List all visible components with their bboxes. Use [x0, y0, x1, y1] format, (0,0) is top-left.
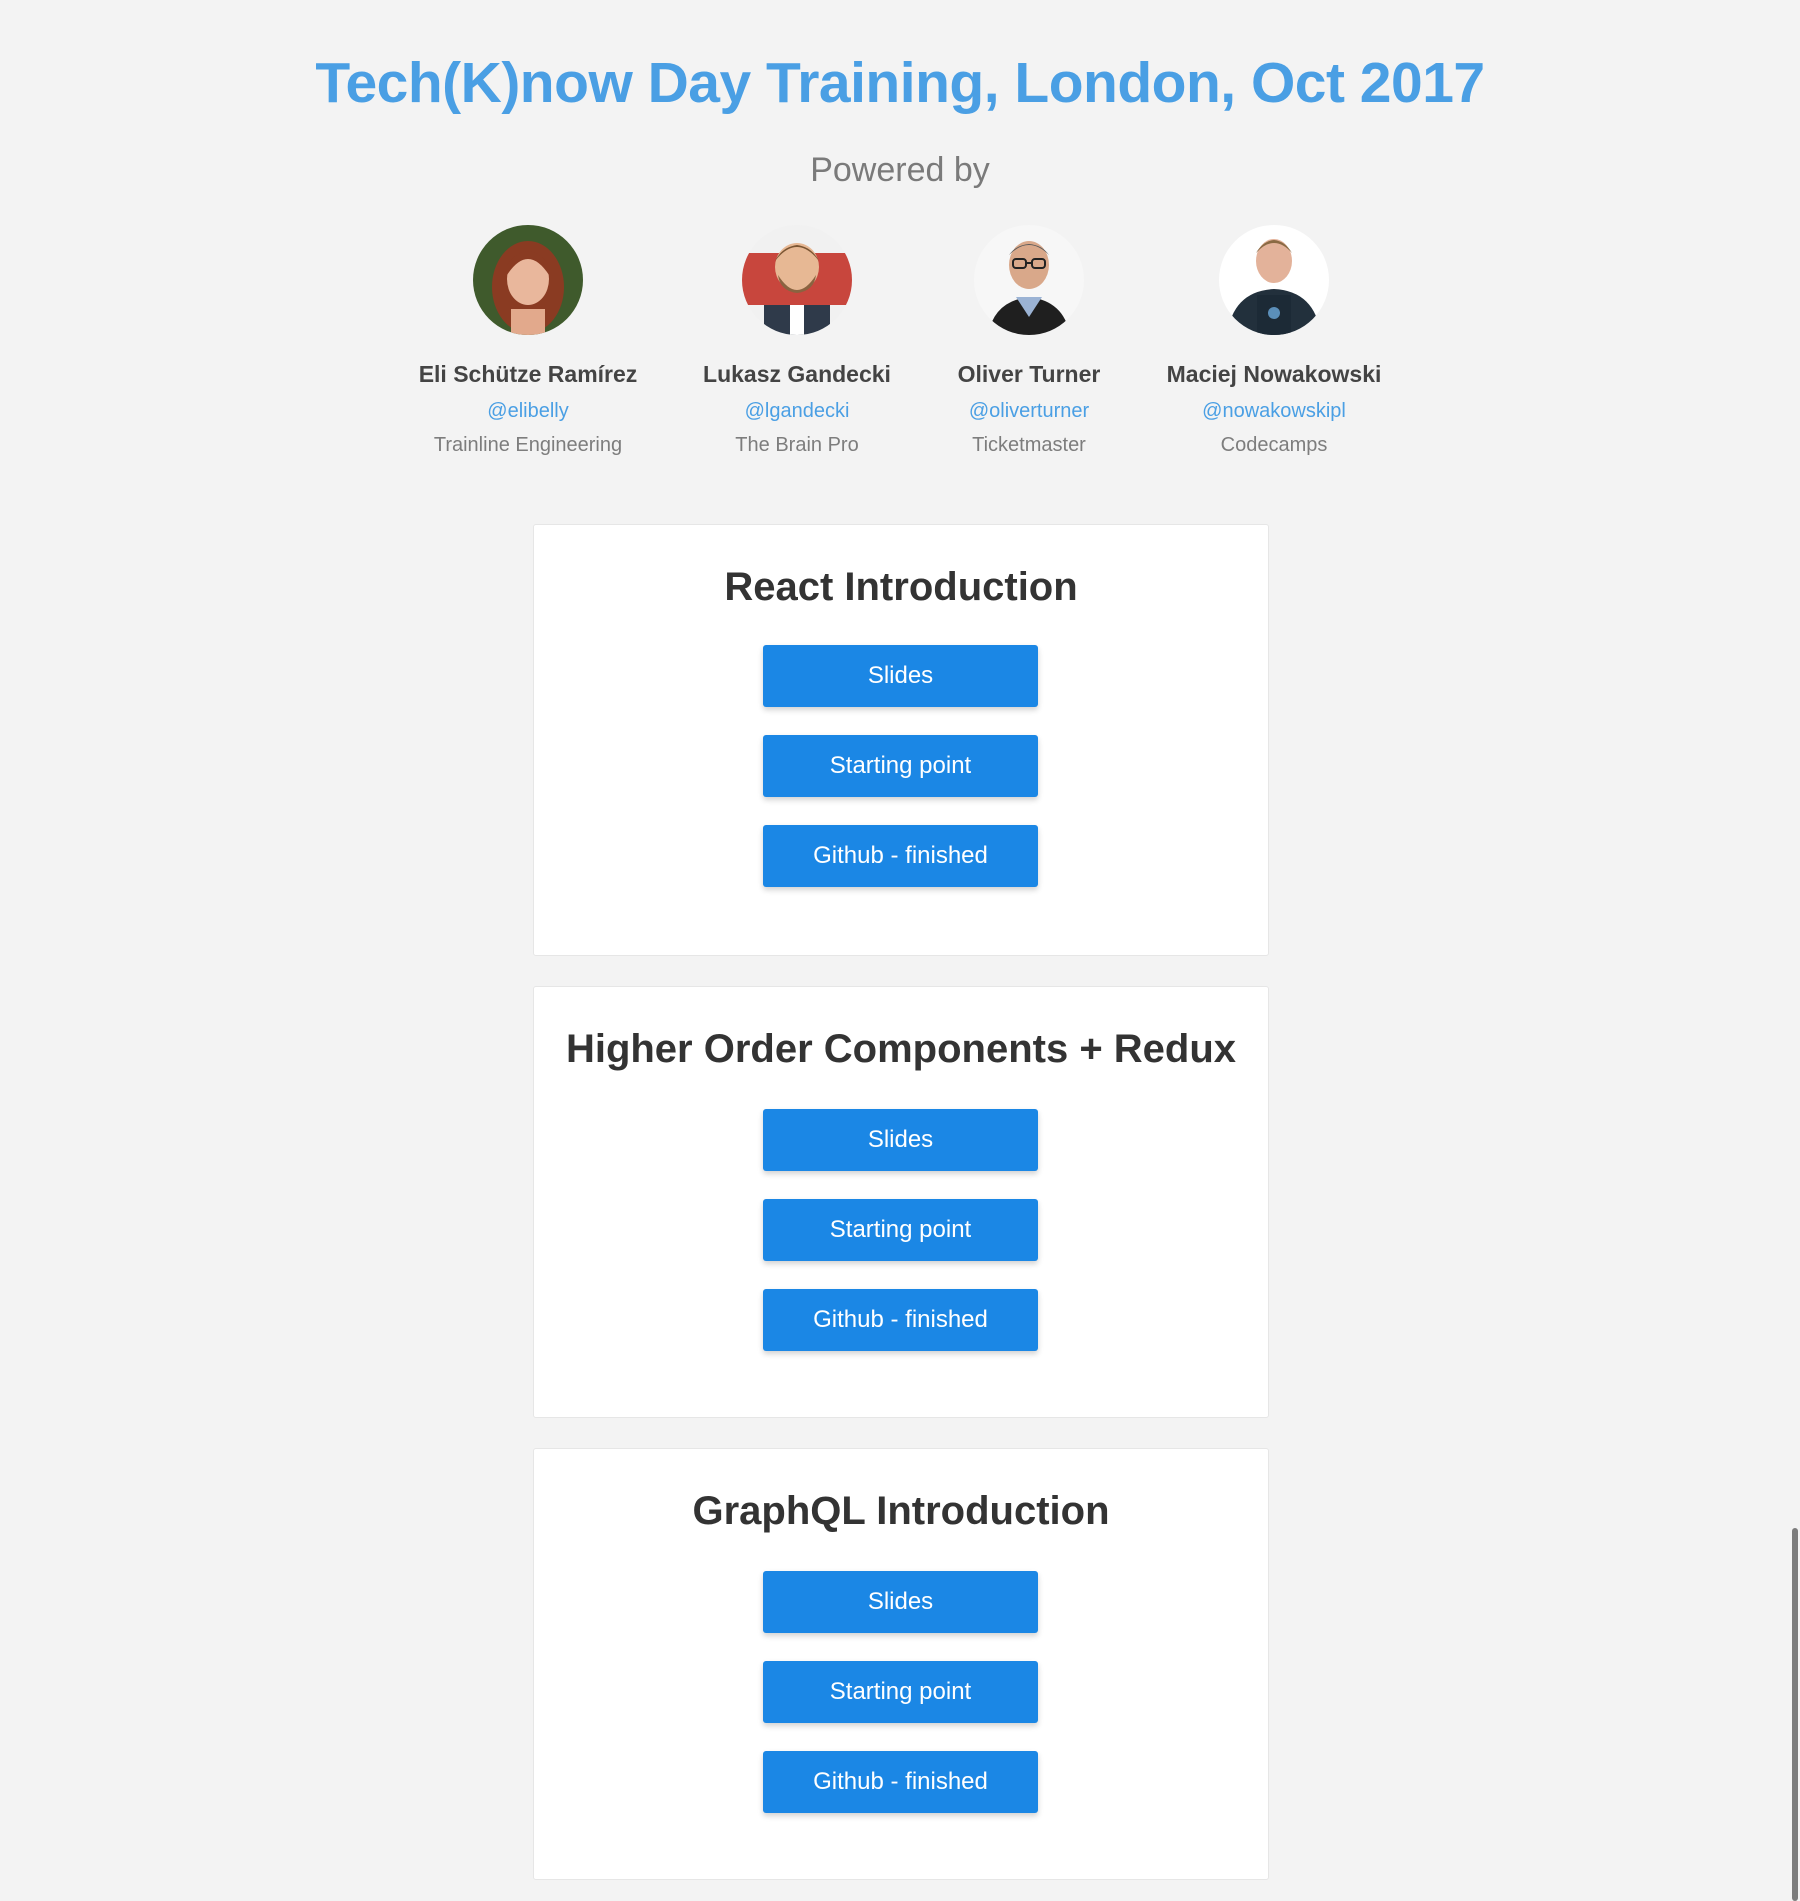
- github-finished-button[interactable]: Github - finished: [763, 1289, 1038, 1351]
- speakers-list: Eli Schütze Ramírez @elibelly Trainline …: [0, 225, 1800, 465]
- page: Tech(K)now Day Training, London, Oct 201…: [0, 0, 1800, 1901]
- speaker-org: The Brain Pro: [735, 434, 859, 456]
- speaker-eli: Eli Schütze Ramírez @elibelly Trainline …: [398, 225, 658, 457]
- avatar: [1219, 225, 1329, 335]
- avatar: [974, 225, 1084, 335]
- slides-button[interactable]: Slides: [763, 1571, 1038, 1633]
- page-title: Tech(K)now Day Training, London, Oct 201…: [315, 51, 1485, 115]
- speaker-name: Eli Schütze Ramírez: [418, 361, 638, 387]
- speaker-name: Oliver Turner: [957, 361, 1101, 387]
- section-title: GraphQL Introduction: [692, 1489, 1110, 1533]
- starting-point-button[interactable]: Starting point: [763, 1661, 1038, 1723]
- vertical-scrollbar[interactable]: [1790, 1528, 1800, 1901]
- slides-button[interactable]: Slides: [763, 645, 1038, 707]
- speaker-oliver: Oliver Turner @oliverturner Ticketmaster: [899, 225, 1159, 457]
- avatar: [473, 225, 583, 335]
- speaker-handle-link[interactable]: @nowakowskipl: [1144, 400, 1404, 423]
- speaker-handle-link[interactable]: @lgandecki: [667, 400, 927, 423]
- speaker-maciej: Maciej Nowakowski @nowakowskipl Codecamp…: [1144, 225, 1404, 457]
- section-title: React Introduction: [724, 565, 1078, 609]
- speaker-handle-link[interactable]: @oliverturner: [899, 400, 1159, 423]
- section-card: GraphQL Introduction Slides Starting poi…: [533, 1448, 1269, 1880]
- speaker-org: Ticketmaster: [972, 434, 1086, 456]
- powered-by-label: Powered by: [810, 151, 990, 189]
- section-card: Higher Order Components + Redux Slides S…: [533, 986, 1269, 1418]
- scrollbar-thumb[interactable]: [1792, 1528, 1798, 1901]
- starting-point-button[interactable]: Starting point: [763, 1199, 1038, 1261]
- starting-point-button[interactable]: Starting point: [763, 735, 1038, 797]
- github-finished-button[interactable]: Github - finished: [763, 825, 1038, 887]
- section-card: React Introduction Slides Starting point…: [533, 524, 1269, 956]
- speaker-lukasz: Lukasz Gandecki @lgandecki The Brain Pro: [667, 225, 927, 457]
- speaker-name: Lukasz Gandecki: [703, 361, 891, 387]
- section-title: Higher Order Components + Redux: [565, 1027, 1237, 1071]
- speaker-org: Codecamps: [1220, 434, 1328, 456]
- slides-button[interactable]: Slides: [763, 1109, 1038, 1171]
- speaker-handle-link[interactable]: @elibelly: [398, 400, 658, 423]
- avatar: [742, 225, 852, 335]
- speaker-org: Trainline Engineering: [433, 434, 623, 456]
- github-finished-button[interactable]: Github - finished: [763, 1751, 1038, 1813]
- speaker-name: Maciej Nowakowski: [1166, 361, 1382, 387]
